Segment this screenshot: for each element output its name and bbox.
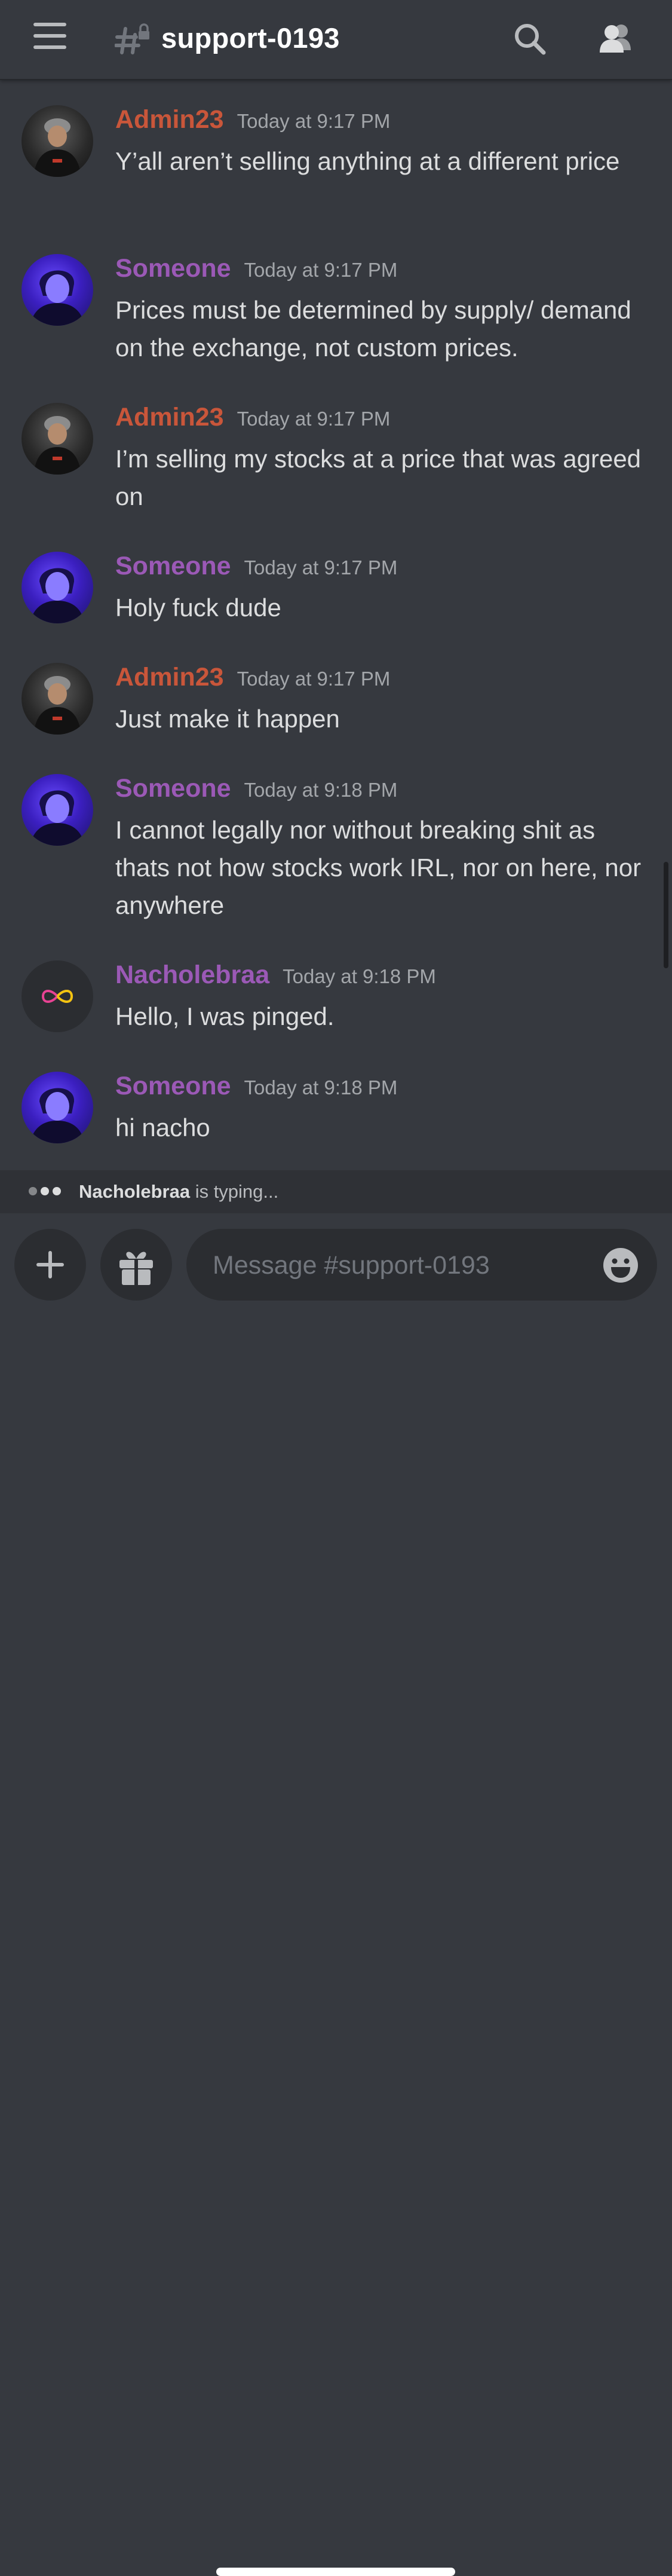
- typing-user: Nacholebraa: [79, 1181, 191, 1202]
- avatar[interactable]: [22, 403, 93, 475]
- avatar[interactable]: [22, 960, 93, 1032]
- members-icon[interactable]: [595, 18, 638, 61]
- message-text: Holy fuck dude: [115, 593, 281, 622]
- message-input-container[interactable]: [186, 1229, 657, 1302]
- message-text: Prices must be determined by supply/ dem…: [115, 296, 631, 362]
- avatar[interactable]: [22, 552, 93, 623]
- message-text: hi nacho: [115, 1113, 210, 1142]
- message-timestamp: Today at 9:17 PM: [237, 110, 391, 132]
- message-text: Just make it happen: [115, 705, 340, 733]
- message-text: Y’all aren’t selling anything at a diffe…: [115, 147, 620, 175]
- typing-text: Nacholebraa is typing...: [79, 1181, 278, 1203]
- message-author[interactable]: Admin23: [115, 403, 224, 432]
- message-author[interactable]: Someone: [115, 254, 231, 283]
- message-timestamp: Today at 9:18 PM: [244, 1076, 398, 1099]
- message-text: Hello, I was pinged.: [115, 1002, 335, 1030]
- search-icon[interactable]: [509, 18, 552, 61]
- hamburger-menu-icon[interactable]: [29, 23, 72, 56]
- message-timestamp: Today at 9:17 PM: [237, 668, 391, 690]
- plus-icon: [36, 1251, 64, 1278]
- message-timestamp: Today at 9:18 PM: [283, 965, 436, 987]
- message-timestamp: Today at 9:18 PM: [244, 779, 398, 801]
- message-author[interactable]: Nacholebraa: [115, 960, 269, 989]
- channel-header: support-0193: [0, 0, 672, 80]
- avatar[interactable]: [22, 254, 93, 326]
- avatar[interactable]: [22, 663, 93, 735]
- message-timestamp: Today at 9:17 PM: [237, 408, 391, 430]
- message-author[interactable]: Admin23: [115, 105, 224, 134]
- channel-title: support-0193: [161, 22, 340, 54]
- avatar[interactable]: [22, 774, 93, 846]
- emoji-icon[interactable]: [602, 1247, 639, 1284]
- typing-indicator: Nacholebraa is typing...: [0, 1170, 672, 1213]
- message-author[interactable]: Someone: [115, 552, 231, 580]
- typing-dots-icon: [29, 1187, 65, 1198]
- message-text: I cannot legally nor without breaking sh…: [115, 816, 642, 919]
- avatar[interactable]: [22, 1072, 93, 1143]
- gift-button[interactable]: [100, 1229, 172, 1301]
- message-list: Admin23 Today at 9:17 PM Y’all aren’t sel…: [0, 80, 672, 1169]
- gift-icon: [119, 1252, 153, 1285]
- scrollbar[interactable]: [664, 862, 668, 968]
- message-author[interactable]: Admin23: [115, 663, 224, 692]
- message-text: I’m selling my stocks at a price that wa…: [115, 445, 642, 510]
- message-timestamp: Today at 9:17 PM: [244, 556, 398, 579]
- avatar[interactable]: [22, 105, 93, 177]
- locked-hash-channel-icon: [114, 23, 151, 56]
- add-attachment-button[interactable]: [14, 1229, 86, 1301]
- message-input[interactable]: [211, 1229, 572, 1302]
- message-timestamp: Today at 9:17 PM: [244, 259, 398, 281]
- message-author[interactable]: Someone: [115, 774, 231, 803]
- home-indicator: [216, 2568, 455, 2576]
- typing-suffix: is typing...: [190, 1181, 279, 1202]
- message-author[interactable]: Someone: [115, 1072, 231, 1100]
- infinity-icon: [41, 990, 73, 1003]
- message-composer: [0, 1213, 672, 2576]
